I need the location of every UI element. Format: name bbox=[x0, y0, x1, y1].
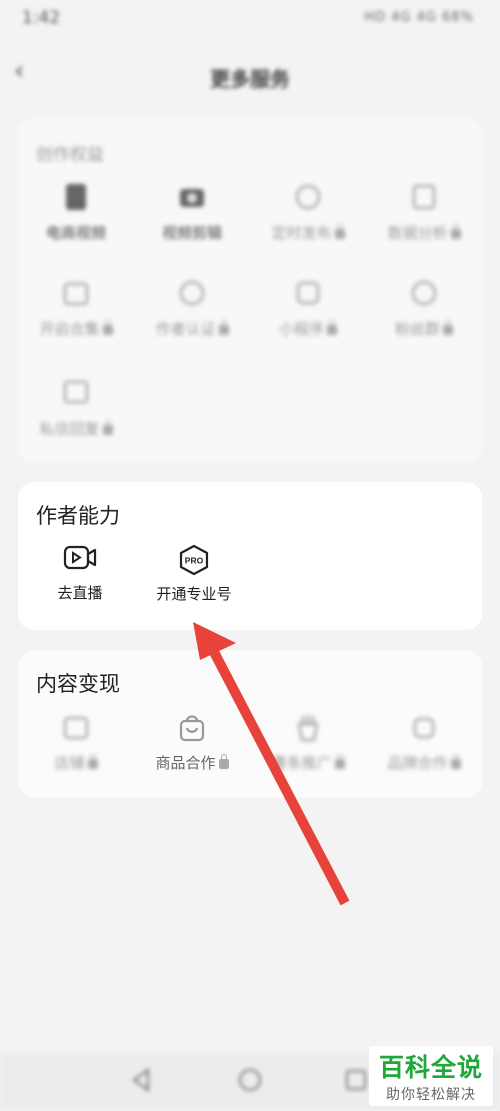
monetization-title: 内容变现 bbox=[36, 672, 120, 696]
feature-ecommerce-video[interactable]: 电商视频 bbox=[18, 180, 134, 243]
lock-icon bbox=[334, 754, 345, 769]
watermark-main-text: 百科全说 bbox=[378, 1053, 483, 1082]
lock-icon bbox=[443, 320, 453, 335]
feature-label: 数据分析 bbox=[366, 222, 482, 243]
feature-label: 私信回复 bbox=[18, 418, 134, 439]
lock-icon bbox=[450, 224, 461, 239]
basic-features-title: 创作权益 bbox=[36, 145, 104, 165]
feature-fan-group[interactable]: 粉丝群 bbox=[366, 276, 482, 339]
badge-icon bbox=[179, 280, 205, 306]
go-live-label: 去直播 bbox=[57, 584, 103, 602]
feature-private-reply[interactable]: 私信回复 bbox=[18, 376, 134, 439]
open-pro-account-button[interactable]: PRO 开通专业号 bbox=[136, 544, 252, 604]
author-ability-card: 作者能力 去直播 PRO 开通专业号 bbox=[18, 482, 482, 630]
lock-icon bbox=[218, 754, 229, 769]
status-indicators: HD 4G 4G 68% bbox=[364, 10, 474, 25]
group-icon bbox=[411, 280, 437, 306]
feature-label: 开启合集 bbox=[18, 318, 134, 339]
shopping-bag-icon bbox=[179, 715, 205, 742]
feature-label: 商品合作 bbox=[134, 752, 250, 773]
feature-scheduled-post[interactable]: 定时发布 bbox=[250, 180, 366, 243]
lock-icon bbox=[102, 420, 113, 435]
feature-label: 视频剪辑 bbox=[161, 224, 222, 242]
feature-label: 定时发布 bbox=[250, 222, 366, 243]
navbar: ‹ 更多服务 bbox=[0, 45, 500, 103]
feature-label: 电商视频 bbox=[45, 224, 106, 242]
monetization-card: 内容变现 店铺 商品合作 薯条推广 品牌合作 bbox=[18, 650, 482, 798]
clock-icon bbox=[295, 184, 321, 210]
feature-brand-cooperation[interactable]: 品牌合作 bbox=[366, 712, 482, 773]
feature-store[interactable]: 店铺 bbox=[18, 712, 134, 773]
author-ability-title: 作者能力 bbox=[36, 504, 120, 528]
handshake-icon bbox=[413, 717, 435, 739]
feature-author-verify[interactable]: 作者认证 bbox=[134, 276, 250, 339]
status-time: 1:42 bbox=[22, 8, 61, 28]
message-icon bbox=[63, 380, 89, 404]
lock-icon bbox=[102, 320, 113, 335]
back-triangle-icon[interactable] bbox=[128, 1066, 156, 1094]
status-bar: 1:42 HD 4G 4G 68% bbox=[0, 0, 500, 40]
watermark-sub-text: 助你轻松解决 bbox=[386, 1087, 476, 1103]
svg-text:PRO: PRO bbox=[185, 556, 204, 566]
app-icon bbox=[296, 281, 320, 305]
lock-icon bbox=[334, 224, 345, 239]
folder-icon bbox=[63, 282, 89, 306]
pro-badge-icon: PRO bbox=[179, 544, 209, 576]
feature-label: 薯条推广 bbox=[250, 752, 366, 773]
open-pro-account-label: 开通专业号 bbox=[156, 585, 232, 603]
feature-promotion[interactable]: 薯条推广 bbox=[250, 712, 366, 773]
feature-product-cooperation[interactable]: 商品合作 bbox=[134, 712, 250, 773]
feature-data-analysis[interactable]: 数据分析 bbox=[366, 180, 482, 243]
lock-icon bbox=[327, 320, 337, 335]
camera-icon bbox=[180, 189, 204, 207]
feature-label: 品牌合作 bbox=[366, 752, 482, 773]
store-icon bbox=[63, 716, 89, 740]
watermark-logo: 百科全说 助你轻松解决 bbox=[369, 1046, 493, 1106]
feature-label: 小程序 bbox=[250, 318, 366, 339]
feature-video-edit[interactable]: 视频剪辑 bbox=[134, 180, 250, 243]
chart-icon bbox=[412, 184, 436, 210]
video-camera-icon bbox=[63, 545, 97, 570]
feature-label: 作者认证 bbox=[134, 318, 250, 339]
video-file-icon bbox=[66, 184, 86, 210]
fries-icon bbox=[297, 715, 319, 742]
feature-mini-program[interactable]: 小程序 bbox=[250, 276, 366, 339]
lock-icon bbox=[87, 754, 98, 769]
feature-label: 店铺 bbox=[18, 752, 134, 773]
home-circle-icon[interactable] bbox=[236, 1066, 264, 1094]
go-live-button[interactable]: 去直播 bbox=[22, 544, 138, 603]
lock-icon bbox=[218, 320, 229, 335]
page-title: 更多服务 bbox=[210, 67, 290, 91]
recents-square-icon[interactable] bbox=[342, 1066, 370, 1094]
lock-icon bbox=[450, 754, 461, 769]
basic-features-card: 创作权益 电商视频 视频剪辑 定时发布 数据分析 开启合集 作者认证 小程序 粉… bbox=[18, 118, 482, 463]
feature-collection[interactable]: 开启合集 bbox=[18, 276, 134, 339]
feature-label: 粉丝群 bbox=[366, 318, 482, 339]
